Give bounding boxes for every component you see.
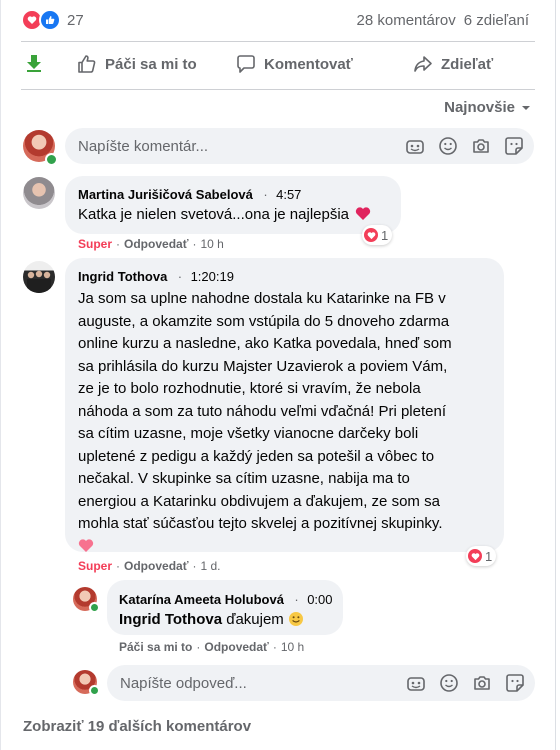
like-label: Páči sa mi to	[105, 55, 197, 73]
online-status-dot	[89, 602, 100, 613]
reaction-link[interactable]: Super	[78, 559, 112, 573]
pink-heart-icon	[78, 538, 94, 552]
love-reaction-icon	[364, 228, 378, 242]
reply-meta: Páči sa mi to · Odpovedať · 10 h	[119, 640, 305, 654]
reply-age[interactable]: 10 h	[281, 640, 304, 654]
share-label: Zdieľať	[441, 55, 494, 73]
boost-button[interactable]	[25, 54, 43, 72]
red-heart-icon	[356, 207, 371, 220]
commenter-avatar[interactable]	[23, 177, 55, 209]
post-footer: 27 28 komentárov 6 zdieľaní Páči sa mi t…	[0, 0, 556, 750]
love-reaction-icon	[468, 549, 482, 563]
comment-line: mohla stať súčasťou tejto skvelej a pozi…	[78, 515, 443, 532]
reply-text-content: ďakujem	[226, 611, 284, 628]
divider	[21, 89, 535, 90]
sort-label: Najnovšie	[444, 99, 515, 116]
comment-placeholder: Napíšte komentár...	[78, 138, 209, 155]
comment-line: auguste, a okamzite som vstúpila do 5 dn…	[78, 312, 450, 330]
shares-count[interactable]: 6 zdieľaní	[464, 12, 529, 29]
view-more-comments-link[interactable]: Zobraziť 19 ďalších komentárov	[23, 718, 251, 735]
action-bar: Páči sa mi to Komentovať Zdieľať	[21, 48, 535, 84]
share-arrow-icon	[414, 56, 432, 72]
sort-dropdown[interactable]: Najnovšie	[444, 99, 531, 116]
sticker-icon[interactable]	[505, 673, 525, 693]
like-reaction-icon	[39, 9, 61, 31]
comment-line: sa prihlásila do kurzu Majster Uzavierok…	[78, 357, 448, 375]
comment-author[interactable]: Martina Jurišičová Sabelová	[78, 187, 253, 202]
green-down-arrow-icon	[27, 55, 41, 72]
reply-text: Ingrid Tothova ďakujem	[119, 609, 304, 630]
comment-line: upletené z pedigu a každý jeden sa poteš…	[78, 447, 435, 465]
caret-down-icon	[522, 105, 530, 110]
online-status-dot	[45, 153, 58, 166]
reply-reply-link[interactable]: Odpovedať	[204, 640, 268, 654]
composer-tools	[406, 673, 525, 693]
comment-text: Katka je nielen svetová...ona je najlepš…	[78, 204, 371, 225]
comment-timestamp[interactable]: 1:20:19	[191, 269, 234, 284]
comment-line: sa cítim uzasne, moje všetky vianocne da…	[78, 425, 419, 442]
comment-label: Komentovať	[264, 55, 353, 73]
thumbs-up-icon	[78, 55, 96, 73]
avatar-sticker-icon[interactable]	[406, 673, 426, 693]
share-button[interactable]: Zdieľať	[413, 54, 493, 74]
reply-input[interactable]: Napíšte odpoveď...	[107, 665, 535, 701]
like-button[interactable]: Páči sa mi to	[77, 54, 197, 74]
comment-line: ze je to bolo rozhodnutie, ktoré si vrav…	[78, 380, 421, 397]
comment-meta: Super · Odpovedať · 10 h	[78, 237, 224, 251]
comment-reaction-count: 1	[485, 548, 493, 564]
reply-link[interactable]: Odpovedať	[124, 559, 188, 573]
commenter-avatar[interactable]	[23, 261, 55, 293]
reply-header: Katarína Ameeta Holubová · 0:00	[119, 592, 333, 607]
comment-reaction-count: 1	[381, 227, 389, 243]
comment-button[interactable]: Komentovať	[236, 54, 353, 74]
comment-reaction-badge[interactable]: 1	[466, 546, 497, 566]
reply-author[interactable]: Katarína Ameeta Holubová	[119, 592, 284, 607]
comment-line: nečakal. V skupinke sa cítim uzasne, nab…	[78, 470, 410, 487]
sticker-icon[interactable]	[504, 136, 524, 156]
reaction-icons[interactable]	[21, 9, 61, 31]
comment-timestamp[interactable]: 4:57	[276, 187, 301, 202]
comment-author[interactable]: Ingrid Tothova	[78, 269, 167, 284]
comment-meta: Super · Odpovedať · 1 d.	[78, 559, 221, 573]
camera-icon[interactable]	[472, 673, 492, 693]
smile-emoji-icon	[288, 612, 303, 626]
divider	[21, 41, 535, 42]
comment-header: Martina Jurišičová Sabelová · 4:57	[78, 187, 302, 202]
online-status-dot	[89, 685, 100, 696]
reaction-count[interactable]: 27	[67, 12, 84, 29]
pink-heart-emoji	[78, 536, 452, 559]
comment-input[interactable]: Napíšte komentár...	[65, 128, 534, 164]
emoji-icon[interactable]	[438, 136, 458, 156]
reply-link[interactable]: Odpovedať	[124, 237, 188, 251]
comment-bubble-icon	[237, 55, 255, 73]
reaction-link[interactable]: Super	[78, 237, 112, 251]
comment-line: náhoda a som za tuto náhodu veľmi vďačná…	[78, 402, 446, 420]
reply-bubble: Katarína Ameeta Holubová · 0:00 Ingrid T…	[107, 580, 343, 635]
reply-timestamp[interactable]: 0:00	[307, 592, 332, 607]
camera-icon[interactable]	[471, 136, 491, 156]
comment-age[interactable]: 1 d.	[200, 559, 220, 573]
reply-like-link[interactable]: Páči sa mi to	[119, 640, 192, 654]
comment-text: Ja som sa uplne nahodne dostala ku Katar…	[78, 288, 452, 558]
comment-age[interactable]: 10 h	[200, 237, 223, 251]
avatar-sticker-icon[interactable]	[405, 136, 425, 156]
composer-tools	[405, 136, 524, 156]
emoji-icon[interactable]	[439, 673, 459, 693]
comments-count[interactable]: 28 komentárov	[357, 12, 456, 29]
reply-placeholder: Napíšte odpoveď...	[120, 675, 247, 692]
comment-line: online kurzu a nasledne, ako Katka poved…	[78, 335, 452, 352]
comment-bubble: Martina Jurišičová Sabelová · 4:57 Katka…	[65, 176, 401, 234]
comment-line: Ja som sa uplne nahodne dostala ku Katar…	[78, 290, 446, 307]
comment-reaction-badge[interactable]: 1	[362, 225, 393, 245]
comment-header: Ingrid Tothova · 1:20:19	[78, 269, 234, 284]
comment-bubble: Ingrid Tothova · 1:20:19 Ja som sa uplne…	[65, 258, 504, 552]
comment-line: energiou a Katarinku obdivujem a ďakujem…	[78, 492, 440, 510]
mention-link[interactable]: Ingrid Tothova	[119, 611, 222, 628]
reaction-summary: 27 28 komentárov 6 zdieľaní	[21, 8, 529, 32]
comment-text-content: Katka je nielen svetová...ona je najlepš…	[78, 206, 350, 223]
